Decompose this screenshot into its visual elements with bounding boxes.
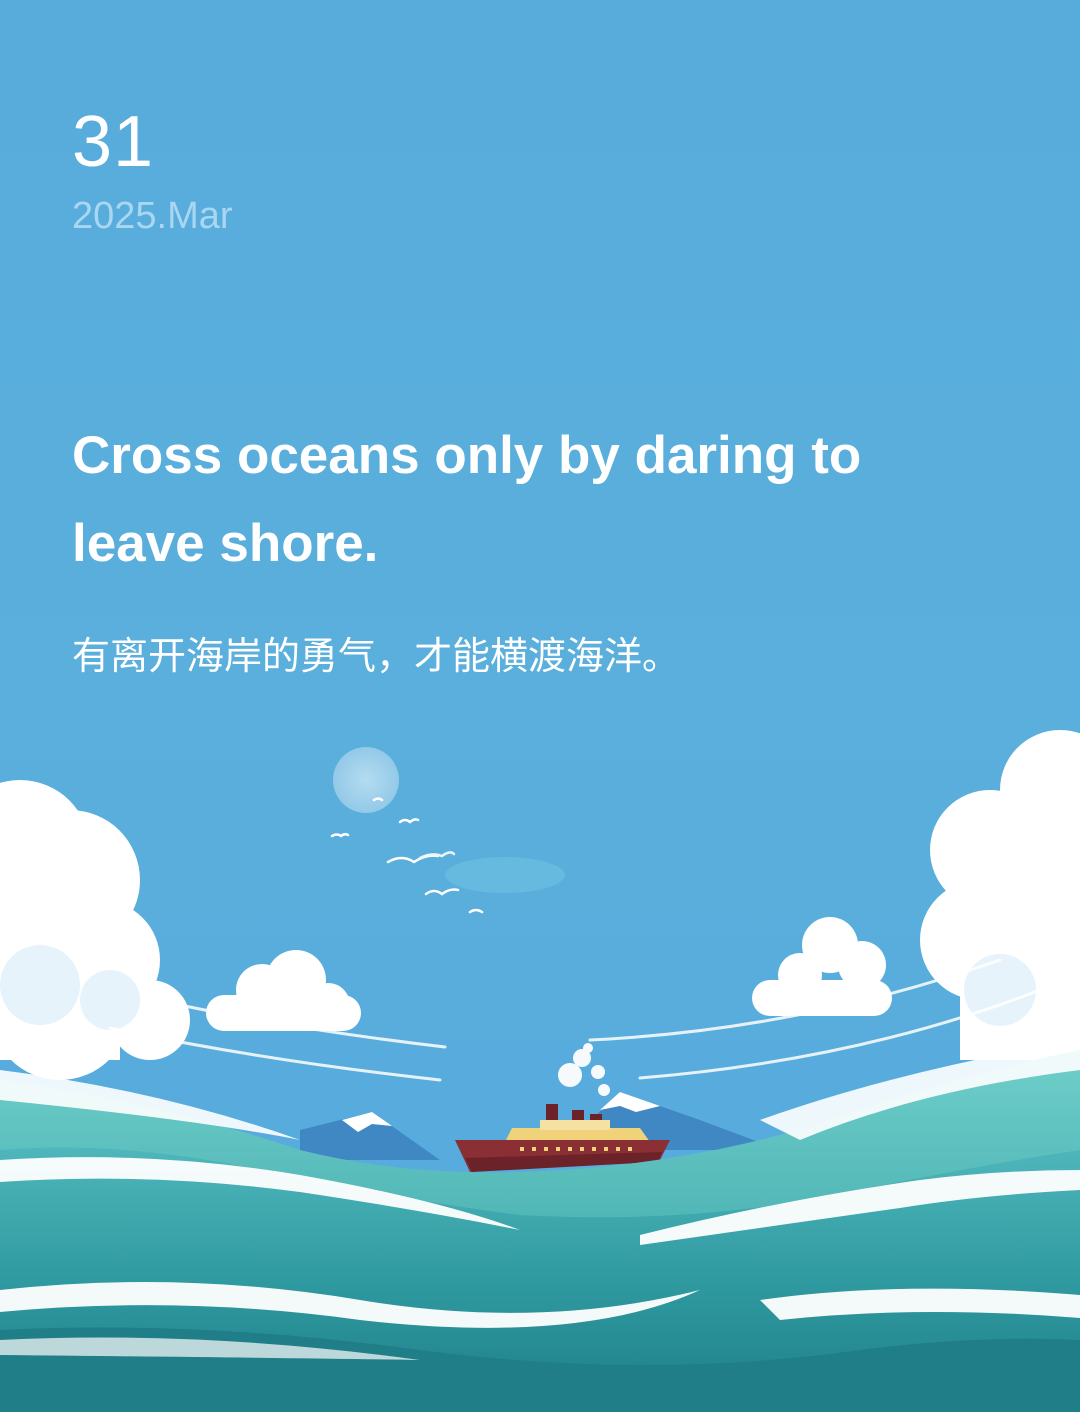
date-month-year: 2025.Mar [72, 195, 233, 237]
seagulls [330, 797, 484, 914]
sun [333, 747, 399, 813]
ocean-illustration [0, 730, 1080, 1412]
daily-quote-card: 31 2025.Mar Cross oceans only by daring … [0, 0, 1080, 1412]
cloud-mid-left [206, 950, 361, 1031]
quote-chinese: 有离开海岸的勇气，才能横渡海洋。 [72, 634, 681, 678]
cloud-left [0, 780, 190, 1080]
quote-english: Cross oceans only by daring to leave sho… [72, 426, 862, 573]
cloud-right-small [752, 917, 892, 1016]
ship-smoke [558, 1043, 610, 1096]
date-day: 31 [72, 102, 155, 182]
